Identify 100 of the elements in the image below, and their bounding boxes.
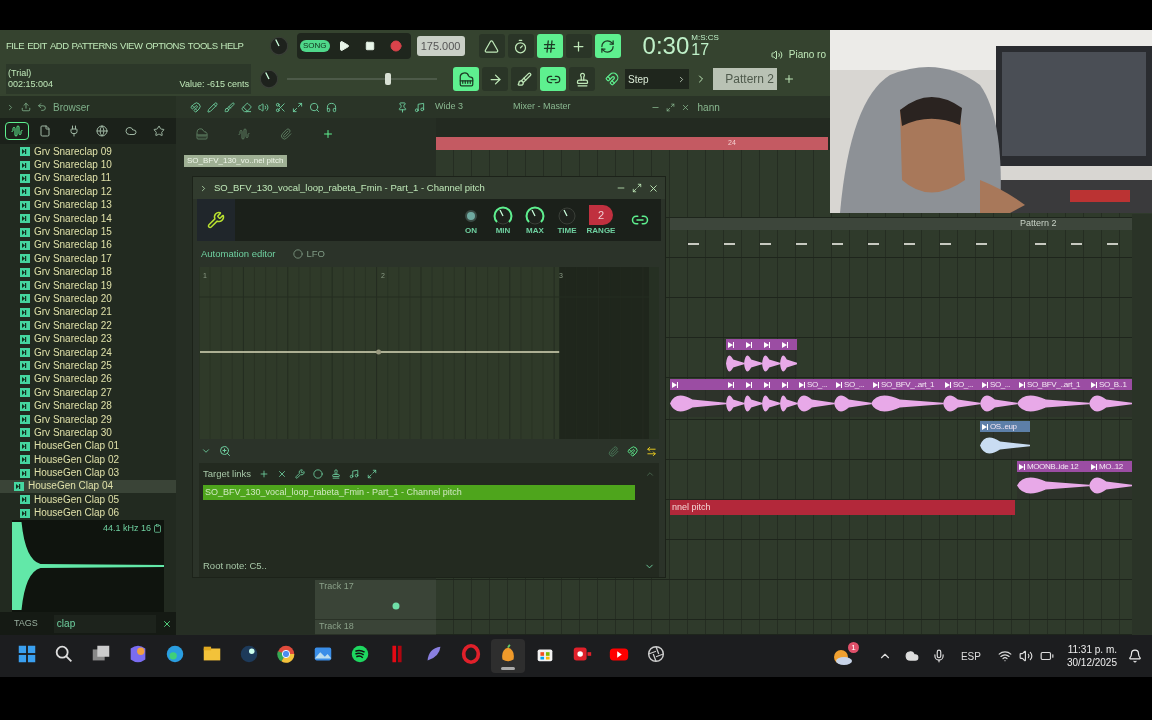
magnet-icon[interactable]: [190, 101, 201, 113]
magnet-icon[interactable]: [627, 445, 638, 457]
pencil-icon[interactable]: [207, 101, 218, 113]
browser-item[interactable]: Grv Snareclap 30: [0, 426, 176, 440]
browser-item[interactable]: Grv Snareclap 28: [0, 399, 176, 413]
audio-clip[interactable]: [762, 379, 780, 417]
pattern-selector[interactable]: Pattern 2: [713, 68, 777, 90]
editor-tab[interactable]: Automation editor: [201, 246, 276, 262]
toolbar-toggle[interactable]: [507, 34, 534, 58]
browser-item[interactable]: Grv Snareclap 10: [0, 158, 176, 172]
menu-item[interactable]: FILE: [6, 38, 25, 54]
range-value[interactable]: 2: [589, 205, 613, 225]
menu-item[interactable]: VIEW: [120, 38, 143, 54]
menu-item[interactable]: ADD: [49, 38, 69, 54]
browser-item[interactable]: HouseGen Clap 02: [0, 453, 176, 467]
toolbar-toggle[interactable]: [540, 67, 566, 91]
browser-item[interactable]: Grv Snareclap 25: [0, 359, 176, 373]
battery-icon[interactable]: [1039, 649, 1054, 663]
snap-dropdown[interactable]: Step: [625, 69, 689, 89]
zoom-icon[interactable]: [219, 445, 231, 457]
slider-thumb[interactable]: [384, 73, 391, 85]
add-icon[interactable]: [783, 73, 795, 85]
scissors-icon[interactable]: [275, 101, 286, 113]
toolbar-toggle[interactable]: [594, 34, 621, 58]
toolbar-toggle[interactable]: [511, 67, 537, 91]
audio-clip[interactable]: [780, 339, 797, 377]
browser-item[interactable]: HouseGen Clap 05: [0, 493, 176, 507]
select-icon[interactable]: [292, 101, 303, 113]
audio-clip[interactable]: [726, 339, 744, 377]
toolbar-toggle[interactable]: [482, 67, 508, 91]
clip-icon[interactable]: [608, 445, 619, 457]
browser-item[interactable]: Grv Snareclap 18: [0, 265, 176, 279]
knob[interactable]: [492, 205, 514, 227]
maximize-icon[interactable]: [632, 183, 642, 193]
remove-icon[interactable]: [277, 469, 288, 479]
playback-icon[interactable]: [326, 101, 337, 113]
automation-line[interactable]: [199, 349, 560, 355]
clipboard-icon[interactable]: [153, 524, 162, 534]
browser-item[interactable]: Grv Snareclap 19: [0, 278, 176, 293]
menu-item[interactable]: HELP: [220, 38, 244, 54]
wrench-icon[interactable]: [295, 469, 306, 479]
close-icon[interactable]: [680, 102, 690, 112]
magnet-icon[interactable]: [605, 72, 619, 86]
dropdown-icon[interactable]: [201, 446, 211, 456]
audio-clip[interactable]: [670, 379, 726, 417]
note-icon[interactable]: [414, 101, 425, 113]
preset-label[interactable]: Wide 3: [435, 100, 463, 114]
eraser-icon[interactable]: [241, 101, 252, 113]
wrench-icon[interactable]: [207, 211, 225, 229]
mute-icon[interactable]: [258, 101, 269, 113]
zoom-icon[interactable]: [309, 101, 320, 113]
browser-item[interactable]: Grv Snareclap 12: [0, 185, 176, 199]
audio-clip[interactable]: [726, 379, 744, 417]
toolbar-toggle[interactable]: [536, 34, 563, 58]
knob[interactable]: [524, 205, 546, 227]
browser-item[interactable]: HouseGen Clap 01: [0, 439, 176, 453]
expand-icon[interactable]: [199, 183, 208, 193]
audio-clip[interactable]: [744, 379, 762, 417]
track-led-icon[interactable]: [392, 602, 400, 610]
brush-icon[interactable]: [224, 101, 235, 113]
taskbar-button[interactable]: [491, 639, 525, 673]
pin-icon[interactable]: [397, 101, 408, 113]
toolbar-toggle[interactable]: [569, 67, 595, 91]
browser-item[interactable]: Grv Snareclap 22: [0, 319, 176, 333]
toolbar-toggle[interactable]: [565, 34, 592, 58]
toolbar-toggle[interactable]: [478, 34, 505, 58]
stretch-icon[interactable]: [646, 445, 657, 457]
menu-item[interactable]: EDIT: [27, 38, 47, 54]
toolbar-toggle[interactable]: [453, 67, 479, 91]
add-icon[interactable]: [259, 469, 270, 479]
menu-item[interactable]: PATTERNS: [71, 38, 118, 54]
browser-item[interactable]: Grv Snareclap 20: [0, 292, 176, 306]
maximize-icon[interactable]: [665, 102, 675, 112]
back-icon[interactable]: [37, 102, 47, 112]
clock-time[interactable]: 11:31 p. m.: [1067, 643, 1117, 656]
master-pitch-slider[interactable]: [287, 73, 437, 85]
notification-icon[interactable]: [1128, 649, 1142, 663]
clip-icon[interactable]: [280, 128, 292, 140]
menu-item[interactable]: OPTIONS: [145, 38, 185, 54]
network-icon[interactable]: [997, 649, 1012, 663]
circle-icon[interactable]: [313, 469, 324, 479]
expand-icon[interactable]: [6, 102, 15, 112]
menu-item[interactable]: TOOLS: [187, 38, 218, 54]
browser-item[interactable]: Grv Snareclap 23: [0, 332, 176, 346]
add-icon[interactable]: [322, 128, 334, 140]
browser-tab[interactable]: [5, 122, 29, 140]
note-icon[interactable]: [349, 469, 360, 479]
browser-item[interactable]: Grv Snareclap 11: [0, 171, 176, 186]
upload-icon[interactable]: [21, 102, 31, 112]
browser-item[interactable]: Grv Snareclap 17: [0, 252, 176, 266]
stamp-icon[interactable]: [331, 469, 342, 479]
microphone-icon[interactable]: [931, 649, 946, 663]
browser-item[interactable]: Grv Snareclap 29: [0, 412, 176, 427]
search-field[interactable]: clap: [53, 614, 156, 633]
close-icon[interactable]: [648, 182, 659, 194]
browser-item[interactable]: Grv Snareclap 15: [0, 225, 176, 239]
audio-clip[interactable]: [744, 339, 762, 377]
mixer-label[interactable]: Mixer - Master: [513, 100, 571, 114]
scrollbar[interactable]: [1132, 214, 1152, 635]
browser-item[interactable]: Grv Snareclap 26: [0, 372, 176, 387]
